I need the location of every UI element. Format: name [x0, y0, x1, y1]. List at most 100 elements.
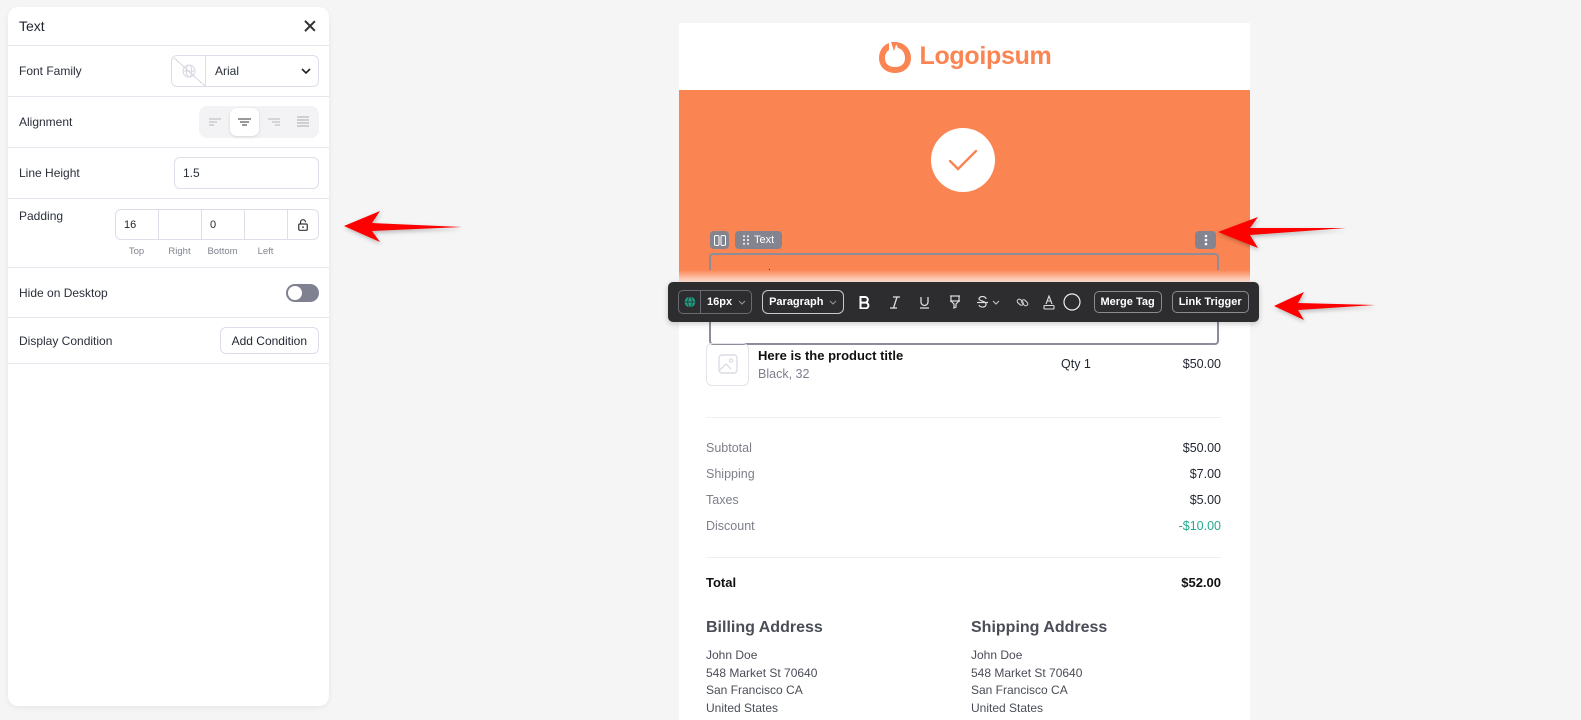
padding-labels: Top Right Bottom Left [115, 246, 319, 257]
annotation-arrow-toolbar [1274, 292, 1375, 320]
hide-on-desktop-label: Hide on Desktop [19, 285, 108, 300]
hide-on-desktop-row: Hide on Desktop [8, 268, 329, 318]
shipping-address-line: San Francisco CA [971, 683, 1068, 697]
shipping-address-title: Shipping Address [971, 619, 1108, 636]
chevron-down-icon [294, 68, 318, 74]
more-vertical-icon [1204, 234, 1207, 246]
summary-row-taxes: Taxes $5.00 [706, 493, 1221, 519]
align-left-icon [209, 118, 221, 126]
summary-value: -$10.00 [1178, 519, 1221, 533]
text-settings-panel: Text Font Family Arial Alignment Line He… [8, 7, 329, 706]
annotation-arrow-text-block [1218, 217, 1346, 248]
more-options-button[interactable] [1195, 231, 1216, 249]
line-height-input[interactable]: 1.5 [174, 157, 319, 189]
summary-value: $5.00 [1189, 493, 1221, 507]
alignment-row: Alignment [8, 97, 329, 148]
total-row: Total $52.00 [706, 575, 1221, 590]
merge-tag-button[interactable]: Merge Tag [1093, 291, 1162, 313]
logo-icon [879, 41, 912, 73]
font-size-select[interactable]: 16px [678, 290, 753, 314]
block-type-select[interactable]: Paragraph [762, 290, 844, 314]
product-title: Here is the product title [758, 347, 904, 363]
drag-handle-icon [743, 235, 749, 245]
underline-icon[interactable] [910, 290, 940, 314]
padding-right-input[interactable] [159, 210, 202, 239]
padding-top-label: Top [128, 246, 145, 257]
panel-title: Text [19, 18, 45, 34]
padding-inputs: 16 0 [115, 209, 319, 240]
text-format-toolbar: 16px Paragraph Merge Tag Link Trigger [668, 282, 1259, 322]
align-right-button[interactable] [259, 108, 288, 136]
shipping-address-line: United States [971, 700, 1044, 715]
close-icon[interactable] [302, 18, 318, 34]
chevron-down-icon [829, 300, 836, 305]
display-condition-row: Display Condition Add Condition [8, 318, 329, 364]
line-height-row: Line Height 1.5 [8, 148, 329, 199]
checkmark-icon [948, 149, 978, 171]
line-height-label: Line Height [19, 166, 80, 180]
billing-address-line: 548 Market St 70640 [706, 665, 818, 680]
align-left-button[interactable] [201, 108, 230, 136]
total-value: $52.00 [1181, 575, 1221, 590]
billing-address-line: San Francisco CA [706, 683, 803, 697]
product-image-placeholder [706, 342, 749, 386]
order-summary: Subtotal $50.00 Shipping $7.00 Taxes $5.… [706, 441, 1221, 545]
logo[interactable]: Logoipsum [679, 23, 1250, 90]
product-row: Here is the product title Black, 32 Qty … [706, 334, 1221, 394]
shipping-address-line: 548 Market St 70640 [971, 665, 1083, 680]
highlight-icon[interactable] [940, 290, 970, 314]
padding-top-input[interactable]: 16 [116, 210, 159, 239]
background-color-icon[interactable] [1060, 290, 1084, 314]
shipping-address: Shipping Address John Doe 548 Market St … [971, 619, 1211, 717]
alignment-group [199, 106, 319, 138]
summary-label: Discount [706, 519, 755, 533]
padding-left-label: Left [257, 246, 274, 257]
align-center-button[interactable] [230, 108, 259, 136]
columns-icon [713, 234, 726, 246]
chevron-down-icon [738, 300, 746, 305]
align-justify-icon [296, 116, 309, 127]
hero-fade [679, 270, 1250, 282]
divider [706, 417, 1221, 418]
padding-row: Padding 16 0 Top Right Bottom Left [8, 199, 329, 268]
summary-value: $7.00 [1189, 467, 1221, 481]
billing-address: Billing Address John Doe 548 Market St 7… [706, 619, 946, 717]
hide-on-desktop-toggle[interactable] [286, 283, 319, 302]
text-block-drag-handle[interactable]: Text [735, 231, 783, 249]
unlock-icon[interactable] [288, 210, 318, 239]
total-label: Total [706, 575, 737, 590]
hero-section: Text Hey John! Your Order {{order_id}} i… [679, 90, 1250, 345]
summary-row-discount: Discount -$10.00 [706, 519, 1221, 545]
align-center-icon [238, 118, 251, 126]
link-icon[interactable] [1008, 290, 1038, 314]
padding-controls: 16 0 Top Right Bottom Left [115, 209, 319, 257]
chevron-down-icon [992, 300, 1000, 305]
add-condition-button[interactable]: Add Condition [219, 327, 319, 354]
image-icon [717, 354, 738, 374]
columns-block-handle[interactable] [710, 231, 729, 249]
padding-left-input[interactable] [245, 210, 288, 239]
block-type-value: Paragraph [769, 296, 824, 308]
summary-row-subtotal: Subtotal $50.00 [706, 441, 1221, 467]
product-qty: Qty 1 [1061, 357, 1091, 371]
alignment-label: Alignment [19, 115, 73, 129]
web-font-globe-icon[interactable] [172, 56, 206, 86]
block-tag-label: Text [754, 234, 775, 246]
font-family-select[interactable]: Arial [171, 55, 319, 87]
summary-label: Shipping [706, 467, 755, 481]
check-circle [931, 128, 995, 192]
font-size-value: 16px [707, 296, 733, 308]
strikethrough-icon[interactable] [970, 290, 1008, 314]
bold-icon[interactable] [850, 290, 880, 314]
padding-bottom-input[interactable]: 0 [202, 210, 245, 239]
product-price: $50.00 [1182, 357, 1221, 371]
text-color-icon[interactable] [1038, 290, 1060, 314]
italic-icon[interactable] [880, 290, 910, 314]
padding-bottom-label: Bottom [207, 246, 238, 257]
link-trigger-button[interactable]: Link Trigger [1171, 291, 1249, 313]
billing-address-line: John Doe [706, 648, 758, 662]
product-variant: Black, 32 [758, 366, 810, 381]
billing-address-line: United States [706, 700, 779, 715]
align-justify-button[interactable] [288, 108, 317, 136]
globe-icon [679, 291, 701, 313]
